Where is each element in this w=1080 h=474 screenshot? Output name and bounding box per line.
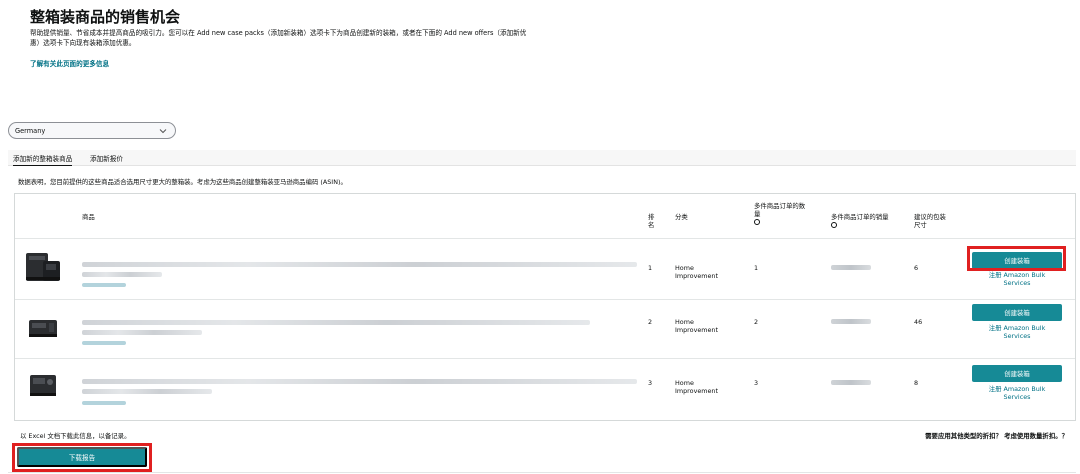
column-header-product: 商品 — [82, 213, 95, 221]
column-header-multi-orders-line2: 量 — [754, 210, 761, 218]
multi-sales-value-blurred — [831, 265, 871, 270]
power-station-product-image — [30, 375, 56, 396]
info-icon[interactable] — [754, 219, 760, 225]
download-report-button[interactable]: 下载报告 — [17, 447, 147, 467]
column-header-rank-line1: 排 — [648, 213, 655, 221]
column-header-multi-sales: 多件商品订单的销量 — [831, 213, 911, 229]
column-header-category: 分类 — [675, 213, 688, 221]
category-value: Home Improvement — [675, 379, 718, 395]
column-header-multi-sales-line1: 多件商品订单的销量 — [831, 213, 889, 221]
power-station-product-image — [26, 253, 60, 281]
multi-sales-value-blurred — [831, 380, 871, 385]
marketplace-value: Germany — [15, 126, 46, 135]
product-title-blurred — [82, 272, 162, 277]
multi-sales-value-blurred — [831, 319, 871, 324]
data-note: 数据表明，您目前提供的这些商品适合选用尺寸更大的整箱装。考虑为这些商品创建整箱装… — [18, 178, 347, 186]
highlight-create-button — [967, 246, 1066, 271]
info-icon[interactable] — [831, 222, 837, 228]
pack-size-value: 8 — [914, 379, 919, 387]
chevron-down-icon — [159, 129, 167, 134]
create-case-pack-button[interactable]: 创建装箱 — [972, 304, 1062, 321]
power-station-product-image — [29, 320, 57, 337]
register-bulk-services-link[interactable]: 注册 Amazon Bulk Services — [972, 324, 1062, 340]
product-title-blurred — [82, 379, 637, 384]
column-header-rank-line2: 名 — [648, 221, 655, 229]
opportunities-table: 商品 排 名 分类 多件商品订单的数 量 多件商品订单的销量 建议的包装 尺寸 … — [14, 193, 1076, 421]
product-title-blurred — [82, 389, 212, 394]
category-line2: Improvement — [675, 326, 718, 334]
category-line2: Improvement — [675, 387, 718, 395]
column-header-rank: 排 名 — [648, 213, 654, 229]
multi-orders-value: 3 — [754, 379, 759, 387]
footer-divider — [8, 472, 1076, 473]
column-header-multi-orders: 多件商品订单的数 量 — [754, 202, 824, 226]
register-bulk-services-link[interactable]: 注册 Amazon Bulk Services — [972, 271, 1062, 287]
multi-orders-value: 2 — [754, 318, 759, 326]
category-value: Home Improvement — [675, 264, 718, 280]
page-title: 整箱装商品的销售机会 — [30, 8, 181, 26]
category-line1: Home — [675, 318, 694, 326]
create-case-pack-button[interactable]: 创建装箱 — [972, 365, 1062, 382]
excel-download-note: 以 Excel 文档下载此信息，以备记录。 — [20, 432, 131, 440]
marketplace-select[interactable]: Germany — [8, 122, 176, 139]
table-row: 2 Home Improvement 2 46 创建装箱 注册 Amazon B… — [15, 300, 1075, 360]
column-header-pack-size-line1: 建议的包装 — [914, 213, 946, 221]
learn-more-link[interactable]: 了解有关此页面的更多信息 — [30, 58, 109, 68]
bulk-link-line1: 注册 Amazon Bulk — [988, 324, 1046, 332]
category-value: Home Improvement — [675, 318, 718, 334]
product-title-blurred — [82, 262, 637, 267]
tab-add-case-packs[interactable]: 添加新的整箱装商品 — [13, 153, 73, 166]
tab-bar: 添加新的整箱装商品 添加新报价 — [8, 150, 1076, 166]
rank-value: 2 — [648, 318, 653, 326]
product-title-blurred — [82, 330, 202, 335]
table-row: 3 Home Improvement 3 8 创建装箱 注册 Amazon Bu… — [15, 359, 1075, 419]
category-line1: Home — [675, 379, 694, 387]
bulk-link-line2: Services — [1003, 393, 1031, 401]
table-row: 1 Home Improvement 1 6 创建装箱 注册 Amazon Bu… — [15, 239, 1075, 299]
pack-size-value: 46 — [914, 318, 923, 326]
pack-size-value: 6 — [914, 264, 919, 272]
quantity-discount-link[interactable]: 需要应用其他类型的折扣？ 考虑使用数量折扣。？ — [925, 431, 1068, 440]
product-asin-link-blurred[interactable] — [82, 401, 126, 405]
column-header-multi-orders-line1: 多件商品订单的数 — [754, 202, 806, 210]
column-header-pack-size: 建议的包装 尺寸 — [914, 213, 946, 229]
multi-orders-value: 1 — [754, 264, 759, 272]
bulk-link-line1: 注册 Amazon Bulk — [988, 271, 1046, 279]
tab-add-offers[interactable]: 添加新报价 — [90, 153, 123, 163]
rank-value: 1 — [648, 264, 653, 272]
bulk-link-line2: Services — [1003, 279, 1031, 287]
category-line2: Improvement — [675, 272, 718, 280]
rank-value: 3 — [648, 379, 653, 387]
product-asin-link-blurred[interactable] — [82, 341, 126, 345]
column-header-pack-size-line2: 尺寸 — [914, 221, 927, 229]
product-title-blurred — [82, 320, 590, 325]
page-description: 帮助提供销量、节省成本并提高商品的吸引力。您可以在 Add new case p… — [30, 29, 527, 47]
bulk-link-line2: Services — [1003, 332, 1031, 340]
product-asin-link-blurred[interactable] — [82, 283, 126, 287]
bulk-link-line1: 注册 Amazon Bulk — [988, 385, 1046, 393]
register-bulk-services-link[interactable]: 注册 Amazon Bulk Services — [972, 385, 1062, 401]
category-line1: Home — [675, 264, 694, 272]
